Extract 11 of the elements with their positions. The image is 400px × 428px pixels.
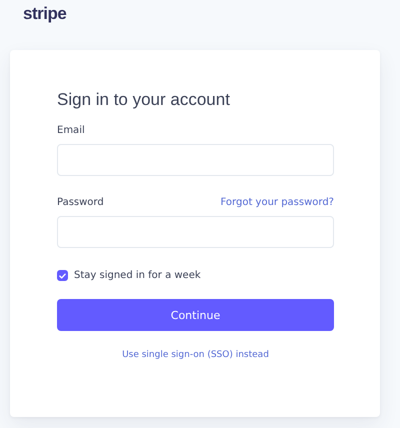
input-field[interactable] bbox=[57, 144, 334, 176]
field-label: Password bbox=[57, 197, 104, 208]
logo[interactable]: stripe bbox=[23, 4, 66, 24]
field-label: Email bbox=[57, 125, 85, 136]
forgot-password-link[interactable]: Forgot your password? bbox=[220, 197, 334, 208]
checkbox[interactable] bbox=[57, 270, 68, 281]
input-field[interactable] bbox=[57, 216, 334, 248]
checkbox-label: Stay signed in for a week bbox=[74, 270, 201, 281]
continue-button[interactable]: Continue bbox=[57, 299, 334, 331]
form-title: Sign in to your account bbox=[57, 90, 231, 110]
sso-link[interactable]: Use single sign-on (SSO) instead bbox=[122, 350, 269, 360]
